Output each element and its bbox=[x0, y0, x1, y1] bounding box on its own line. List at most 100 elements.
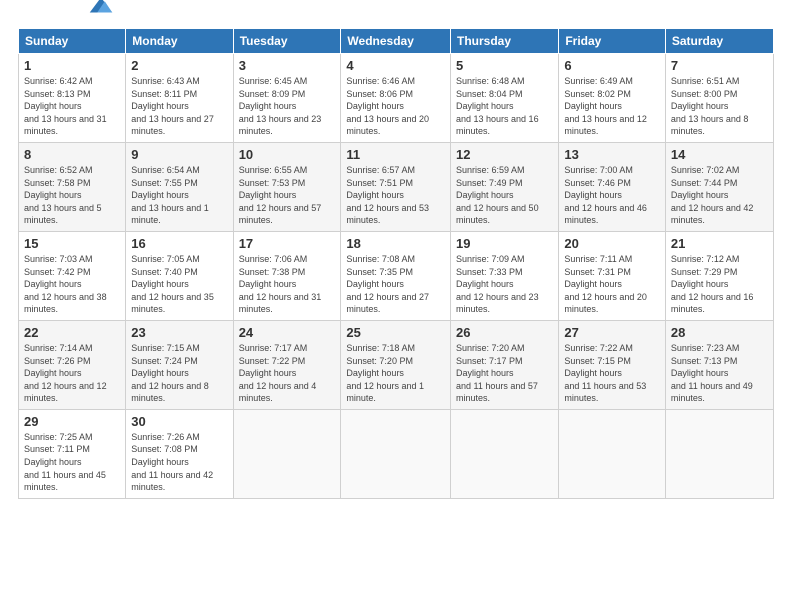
day-number: 16 bbox=[131, 236, 227, 251]
day-number: 12 bbox=[456, 147, 553, 162]
calendar-cell: 20 Sunrise: 7:11 AM Sunset: 7:31 PM Dayl… bbox=[559, 231, 666, 320]
calendar-cell: 18 Sunrise: 7:08 AM Sunset: 7:35 PM Dayl… bbox=[341, 231, 451, 320]
day-info: Sunrise: 7:17 AM Sunset: 7:22 PM Dayligh… bbox=[239, 342, 336, 405]
day-info: Sunrise: 7:26 AM Sunset: 7:08 PM Dayligh… bbox=[131, 431, 227, 494]
calendar-cell: 5 Sunrise: 6:48 AM Sunset: 8:04 PM Dayli… bbox=[451, 54, 559, 143]
calendar-cell bbox=[665, 409, 773, 498]
calendar-cell: 8 Sunrise: 6:52 AM Sunset: 7:58 PM Dayli… bbox=[19, 142, 126, 231]
day-number: 4 bbox=[346, 58, 445, 73]
day-info: Sunrise: 7:15 AM Sunset: 7:24 PM Dayligh… bbox=[131, 342, 227, 405]
day-info: Sunrise: 7:12 AM Sunset: 7:29 PM Dayligh… bbox=[671, 253, 768, 316]
day-number: 13 bbox=[564, 147, 660, 162]
day-number: 1 bbox=[24, 58, 120, 73]
calendar-cell: 27 Sunrise: 7:22 AM Sunset: 7:15 PM Dayl… bbox=[559, 320, 666, 409]
weekday-tuesday: Tuesday bbox=[233, 29, 341, 54]
day-number: 28 bbox=[671, 325, 768, 340]
day-number: 22 bbox=[24, 325, 120, 340]
calendar-cell: 13 Sunrise: 7:00 AM Sunset: 7:46 PM Dayl… bbox=[559, 142, 666, 231]
day-info: Sunrise: 7:05 AM Sunset: 7:40 PM Dayligh… bbox=[131, 253, 227, 316]
weekday-saturday: Saturday bbox=[665, 29, 773, 54]
day-info: Sunrise: 7:22 AM Sunset: 7:15 PM Dayligh… bbox=[564, 342, 660, 405]
day-number: 10 bbox=[239, 147, 336, 162]
calendar-cell: 1 Sunrise: 6:42 AM Sunset: 8:13 PM Dayli… bbox=[19, 54, 126, 143]
day-number: 3 bbox=[239, 58, 336, 73]
calendar-cell: 14 Sunrise: 7:02 AM Sunset: 7:44 PM Dayl… bbox=[665, 142, 773, 231]
calendar-cell: 2 Sunrise: 6:43 AM Sunset: 8:11 PM Dayli… bbox=[126, 54, 233, 143]
calendar-cell: 22 Sunrise: 7:14 AM Sunset: 7:26 PM Dayl… bbox=[19, 320, 126, 409]
calendar-cell: 24 Sunrise: 7:17 AM Sunset: 7:22 PM Dayl… bbox=[233, 320, 341, 409]
day-info: Sunrise: 6:54 AM Sunset: 7:55 PM Dayligh… bbox=[131, 164, 227, 227]
calendar-cell: 25 Sunrise: 7:18 AM Sunset: 7:20 PM Dayl… bbox=[341, 320, 451, 409]
calendar-cell: 29 Sunrise: 7:25 AM Sunset: 7:11 PM Dayl… bbox=[19, 409, 126, 498]
logo-icon bbox=[86, 0, 116, 20]
day-number: 25 bbox=[346, 325, 445, 340]
weekday-monday: Monday bbox=[126, 29, 233, 54]
day-info: Sunrise: 7:11 AM Sunset: 7:31 PM Dayligh… bbox=[564, 253, 660, 316]
day-number: 21 bbox=[671, 236, 768, 251]
calendar-cell: 30 Sunrise: 7:26 AM Sunset: 7:08 PM Dayl… bbox=[126, 409, 233, 498]
calendar-cell: 21 Sunrise: 7:12 AM Sunset: 7:29 PM Dayl… bbox=[665, 231, 773, 320]
day-number: 8 bbox=[24, 147, 120, 162]
day-info: Sunrise: 6:42 AM Sunset: 8:13 PM Dayligh… bbox=[24, 75, 120, 138]
day-number: 18 bbox=[346, 236, 445, 251]
calendar-cell: 10 Sunrise: 6:55 AM Sunset: 7:53 PM Dayl… bbox=[233, 142, 341, 231]
day-info: Sunrise: 6:51 AM Sunset: 8:00 PM Dayligh… bbox=[671, 75, 768, 138]
day-number: 7 bbox=[671, 58, 768, 73]
calendar-cell: 26 Sunrise: 7:20 AM Sunset: 7:17 PM Dayl… bbox=[451, 320, 559, 409]
day-number: 26 bbox=[456, 325, 553, 340]
header bbox=[18, 18, 774, 20]
calendar-cell: 12 Sunrise: 6:59 AM Sunset: 7:49 PM Dayl… bbox=[451, 142, 559, 231]
day-info: Sunrise: 7:20 AM Sunset: 7:17 PM Dayligh… bbox=[456, 342, 553, 405]
calendar-cell bbox=[559, 409, 666, 498]
calendar-cell: 16 Sunrise: 7:05 AM Sunset: 7:40 PM Dayl… bbox=[126, 231, 233, 320]
day-info: Sunrise: 7:00 AM Sunset: 7:46 PM Dayligh… bbox=[564, 164, 660, 227]
day-number: 30 bbox=[131, 414, 227, 429]
day-info: Sunrise: 6:55 AM Sunset: 7:53 PM Dayligh… bbox=[239, 164, 336, 227]
calendar-cell: 3 Sunrise: 6:45 AM Sunset: 8:09 PM Dayli… bbox=[233, 54, 341, 143]
day-info: Sunrise: 6:45 AM Sunset: 8:09 PM Dayligh… bbox=[239, 75, 336, 138]
day-number: 9 bbox=[131, 147, 227, 162]
calendar-cell: 9 Sunrise: 6:54 AM Sunset: 7:55 PM Dayli… bbox=[126, 142, 233, 231]
day-info: Sunrise: 6:49 AM Sunset: 8:02 PM Dayligh… bbox=[564, 75, 660, 138]
day-info: Sunrise: 7:02 AM Sunset: 7:44 PM Dayligh… bbox=[671, 164, 768, 227]
day-info: Sunrise: 6:57 AM Sunset: 7:51 PM Dayligh… bbox=[346, 164, 445, 227]
weekday-wednesday: Wednesday bbox=[341, 29, 451, 54]
day-info: Sunrise: 7:23 AM Sunset: 7:13 PM Dayligh… bbox=[671, 342, 768, 405]
day-number: 2 bbox=[131, 58, 227, 73]
calendar-table: SundayMondayTuesdayWednesdayThursdayFrid… bbox=[18, 28, 774, 499]
day-number: 24 bbox=[239, 325, 336, 340]
calendar-cell: 28 Sunrise: 7:23 AM Sunset: 7:13 PM Dayl… bbox=[665, 320, 773, 409]
day-number: 20 bbox=[564, 236, 660, 251]
day-info: Sunrise: 6:48 AM Sunset: 8:04 PM Dayligh… bbox=[456, 75, 553, 138]
calendar-cell: 7 Sunrise: 6:51 AM Sunset: 8:00 PM Dayli… bbox=[665, 54, 773, 143]
day-number: 23 bbox=[131, 325, 227, 340]
calendar-cell bbox=[341, 409, 451, 498]
day-info: Sunrise: 7:18 AM Sunset: 7:20 PM Dayligh… bbox=[346, 342, 445, 405]
day-number: 11 bbox=[346, 147, 445, 162]
calendar-cell bbox=[451, 409, 559, 498]
day-number: 14 bbox=[671, 147, 768, 162]
weekday-header-row: SundayMondayTuesdayWednesdayThursdayFrid… bbox=[19, 29, 774, 54]
day-number: 17 bbox=[239, 236, 336, 251]
day-info: Sunrise: 6:59 AM Sunset: 7:49 PM Dayligh… bbox=[456, 164, 553, 227]
logo bbox=[18, 18, 116, 20]
day-number: 5 bbox=[456, 58, 553, 73]
calendar-cell bbox=[233, 409, 341, 498]
day-info: Sunrise: 7:09 AM Sunset: 7:33 PM Dayligh… bbox=[456, 253, 553, 316]
calendar-page: SundayMondayTuesdayWednesdayThursdayFrid… bbox=[0, 0, 792, 612]
day-info: Sunrise: 6:52 AM Sunset: 7:58 PM Dayligh… bbox=[24, 164, 120, 227]
weekday-sunday: Sunday bbox=[19, 29, 126, 54]
day-number: 29 bbox=[24, 414, 120, 429]
calendar-cell: 17 Sunrise: 7:06 AM Sunset: 7:38 PM Dayl… bbox=[233, 231, 341, 320]
calendar-cell: 11 Sunrise: 6:57 AM Sunset: 7:51 PM Dayl… bbox=[341, 142, 451, 231]
day-info: Sunrise: 7:25 AM Sunset: 7:11 PM Dayligh… bbox=[24, 431, 120, 494]
day-info: Sunrise: 7:08 AM Sunset: 7:35 PM Dayligh… bbox=[346, 253, 445, 316]
calendar-cell: 15 Sunrise: 7:03 AM Sunset: 7:42 PM Dayl… bbox=[19, 231, 126, 320]
day-info: Sunrise: 6:43 AM Sunset: 8:11 PM Dayligh… bbox=[131, 75, 227, 138]
weekday-friday: Friday bbox=[559, 29, 666, 54]
calendar-cell: 4 Sunrise: 6:46 AM Sunset: 8:06 PM Dayli… bbox=[341, 54, 451, 143]
day-info: Sunrise: 7:06 AM Sunset: 7:38 PM Dayligh… bbox=[239, 253, 336, 316]
day-number: 19 bbox=[456, 236, 553, 251]
calendar-cell: 19 Sunrise: 7:09 AM Sunset: 7:33 PM Dayl… bbox=[451, 231, 559, 320]
day-info: Sunrise: 7:14 AM Sunset: 7:26 PM Dayligh… bbox=[24, 342, 120, 405]
